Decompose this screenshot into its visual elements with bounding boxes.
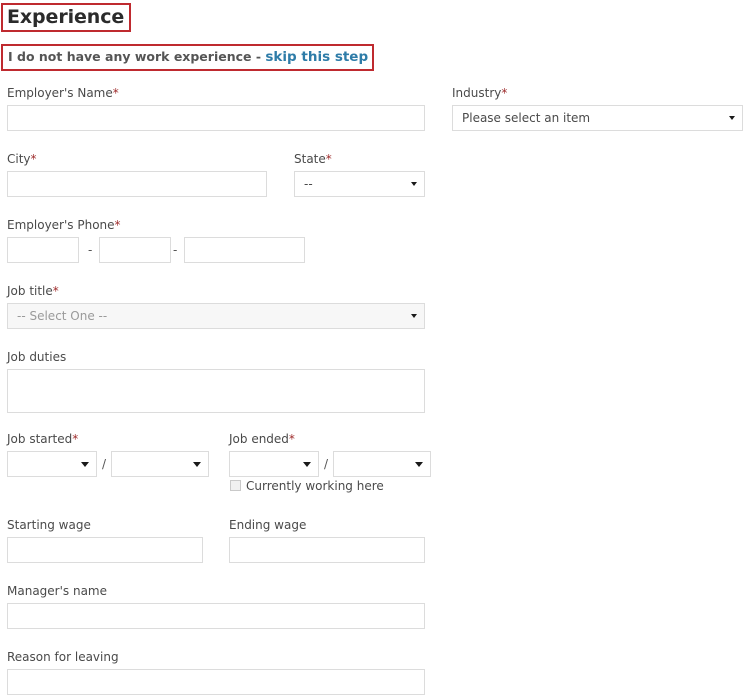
reason-for-leaving-label: Reason for leaving (7, 650, 119, 664)
state-selected-value: -- (304, 177, 313, 191)
job-started-group: / (7, 451, 209, 479)
required-marker: * (72, 432, 79, 446)
phone-input-group: - - (7, 237, 307, 265)
chevron-down-icon (415, 462, 423, 467)
job-ended-label: Job ended* (229, 432, 295, 446)
job-title-field: Job title* -- Select One -- (7, 284, 425, 329)
currently-working-row[interactable]: Currently working here (230, 479, 384, 493)
phone-separator-1: - (88, 243, 93, 257)
required-marker: * (52, 284, 59, 298)
state-select[interactable]: -- (294, 171, 425, 197)
chevron-down-icon (411, 182, 417, 186)
city-field: City* (7, 152, 267, 197)
chevron-down-icon (81, 462, 89, 467)
job-started-label: Job started* (7, 432, 79, 446)
required-marker: * (112, 86, 119, 100)
job-ended-group: / (229, 451, 431, 479)
state-label: State* (294, 152, 332, 166)
job-duties-field: Job duties (7, 350, 425, 413)
state-field: State* -- (294, 152, 425, 197)
manager-name-label: Manager's name (7, 584, 107, 598)
currently-working-label: Currently working here (246, 479, 384, 493)
currently-working-checkbox[interactable] (230, 480, 241, 491)
job-title-select[interactable]: -- Select One -- (7, 303, 425, 329)
phone-line-number-input[interactable] (184, 237, 305, 263)
reason-for-leaving-input[interactable] (7, 669, 425, 695)
employer-name-input[interactable] (7, 105, 425, 131)
job-ended-field: Job ended* / (229, 432, 431, 479)
reason-for-leaving-field: Reason for leaving (7, 650, 425, 695)
chevron-down-icon (303, 462, 311, 467)
starting-wage-field: Starting wage (7, 518, 203, 563)
job-ended-year-select[interactable] (333, 451, 431, 477)
phone-prefix-input[interactable] (99, 237, 171, 263)
job-duties-label: Job duties (7, 350, 67, 364)
experience-form-page: Experience I do not have any work experi… (0, 0, 750, 700)
required-marker: * (325, 152, 332, 166)
job-ended-separator: / (324, 457, 329, 471)
job-duties-textarea[interactable] (7, 369, 425, 413)
job-started-month-select[interactable] (7, 451, 97, 477)
chevron-down-icon (193, 462, 201, 467)
ending-wage-field: Ending wage (229, 518, 425, 563)
employer-phone-label: Employer's Phone* (7, 218, 121, 232)
manager-name-field: Manager's name (7, 584, 425, 629)
starting-wage-label: Starting wage (7, 518, 91, 532)
phone-separator-2: - (173, 243, 178, 257)
job-started-field: Job started* / (7, 432, 209, 479)
required-marker: * (288, 432, 295, 446)
required-marker: * (30, 152, 37, 166)
starting-wage-input[interactable] (7, 537, 203, 563)
industry-field: Industry* Please select an item (452, 86, 743, 131)
ending-wage-label: Ending wage (229, 518, 307, 532)
employer-phone-field: Employer's Phone* - - (7, 218, 307, 265)
page-title: Experience (7, 6, 125, 28)
employer-name-label: Employer's Name* (7, 86, 119, 100)
industry-select[interactable]: Please select an item (452, 105, 743, 131)
job-started-separator: / (102, 457, 107, 471)
industry-label: Industry* (452, 86, 508, 100)
city-input[interactable] (7, 171, 267, 197)
industry-selected-value: Please select an item (462, 111, 591, 125)
required-marker: * (501, 86, 508, 100)
job-title-selected-value: -- Select One -- (17, 309, 108, 323)
employer-name-field: Employer's Name* (7, 86, 425, 131)
job-started-year-select[interactable] (111, 451, 209, 477)
ending-wage-input[interactable] (229, 537, 425, 563)
job-ended-month-select[interactable] (229, 451, 319, 477)
no-experience-text: I do not have any work experience - (8, 49, 266, 64)
page-title-highlight: Experience (1, 3, 132, 32)
city-label: City* (7, 152, 37, 166)
required-marker: * (114, 218, 121, 232)
skip-step-highlight: I do not have any work experience - skip… (1, 44, 375, 71)
manager-name-input[interactable] (7, 603, 425, 629)
chevron-down-icon (411, 314, 417, 318)
job-title-label: Job title* (7, 284, 59, 298)
phone-area-code-input[interactable] (7, 237, 79, 263)
skip-this-step-link[interactable]: skip this step (265, 49, 368, 65)
chevron-down-icon (729, 116, 735, 120)
